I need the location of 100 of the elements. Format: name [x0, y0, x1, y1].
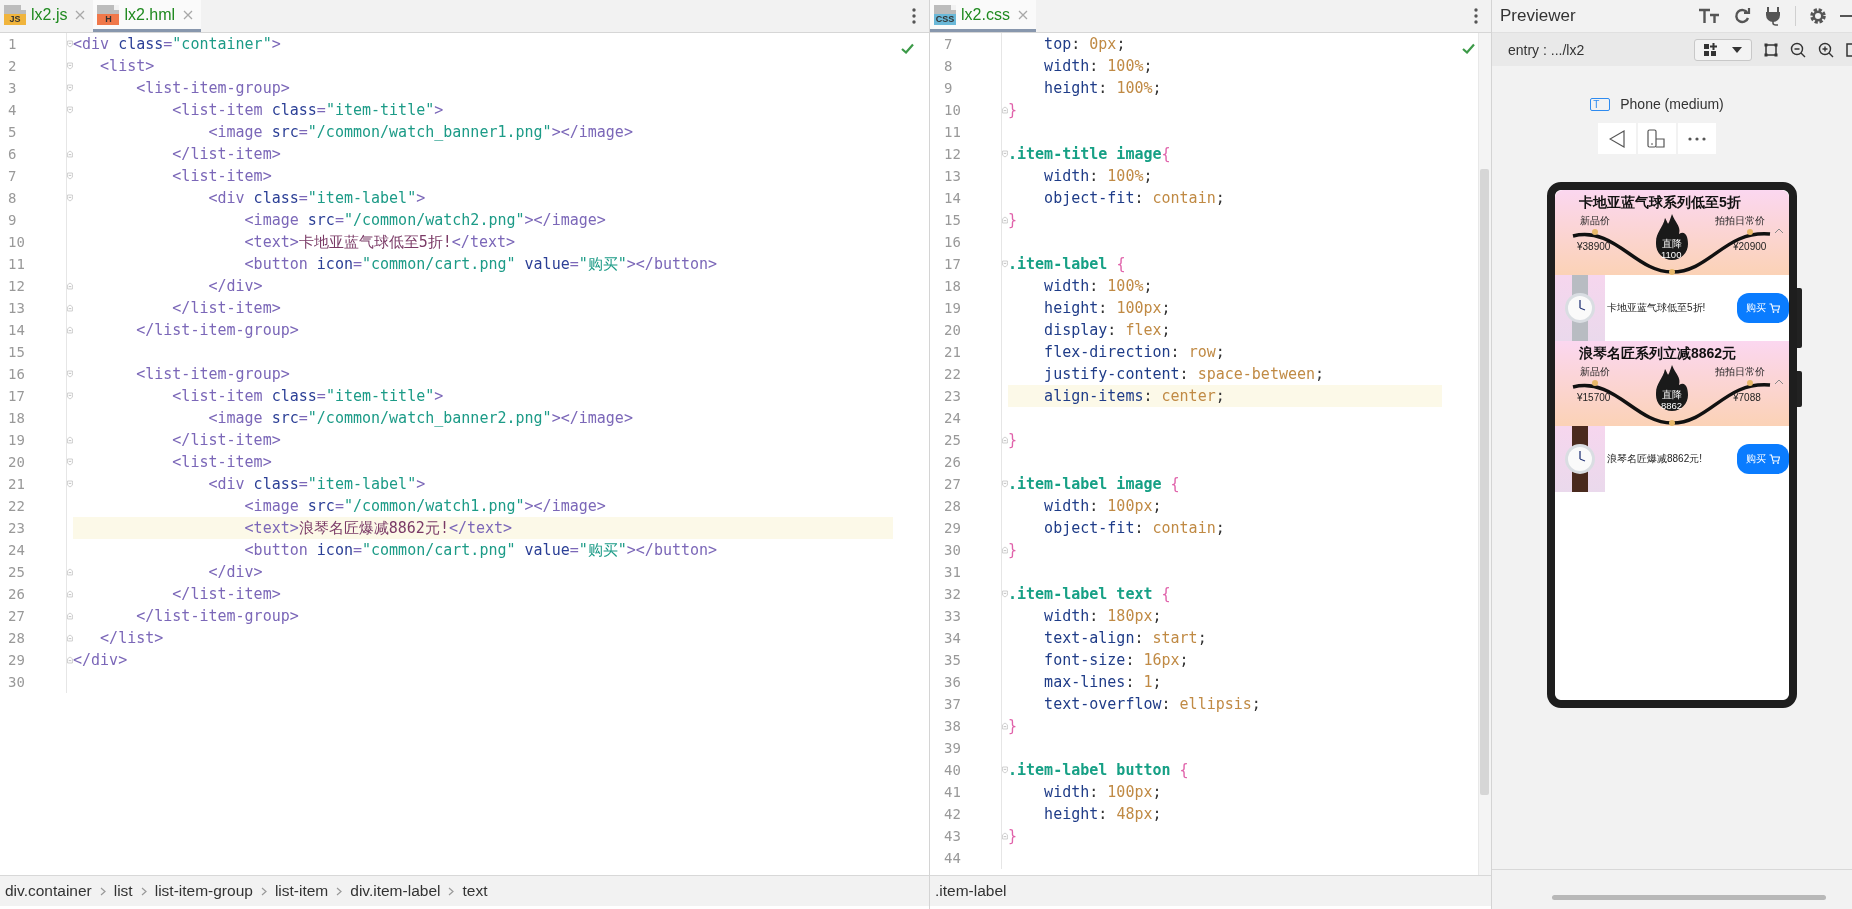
more-button[interactable]	[1678, 123, 1716, 154]
fold-icon[interactable]	[67, 324, 73, 336]
file-tab[interactable]: H lx2.hml	[93, 0, 202, 32]
breadcrumb-item[interactable]: div.item-label	[350, 882, 441, 900]
line-number: 37	[943, 696, 962, 712]
file-tab[interactable]: CSS lx2.css	[930, 0, 1036, 32]
code-line: </list-item>	[171, 298, 282, 319]
breadcrumb-item[interactable]: .item-label	[935, 882, 1007, 900]
line-number: 25	[7, 564, 26, 580]
fold-icon[interactable]	[67, 588, 73, 600]
fold-icon[interactable]	[67, 368, 73, 380]
code-line: </div>	[73, 650, 129, 671]
chevron-up-icon[interactable]	[1774, 379, 1784, 385]
settings-icon[interactable]	[1809, 7, 1827, 25]
fold-icon[interactable]	[67, 654, 73, 666]
close-icon[interactable]	[75, 9, 86, 20]
more-options-icon[interactable]	[1474, 8, 1478, 24]
check-icon[interactable]	[1462, 43, 1475, 54]
line-number: 12	[7, 278, 26, 294]
layout-dropdown[interactable]	[1694, 38, 1752, 61]
code-line: </list-item-group>	[135, 320, 300, 341]
code-line: <list-item class="item-title">	[171, 386, 445, 407]
fold-icon[interactable]	[67, 478, 73, 490]
code-line: width: 100px;	[1043, 496, 1163, 517]
code-line: <div class="item-label">	[207, 474, 427, 495]
fold-icon[interactable]	[67, 302, 73, 314]
fold-icon[interactable]	[1002, 258, 1008, 270]
breadcrumb-item[interactable]: list-item-group	[154, 882, 253, 900]
line-number: 21	[7, 476, 26, 492]
fold-icon[interactable]	[1002, 764, 1008, 776]
fold-icon[interactable]	[1002, 544, 1008, 556]
rotate-button[interactable]	[1638, 123, 1676, 154]
line-number: 13	[7, 300, 26, 316]
fold-icon[interactable]	[1002, 434, 1008, 446]
code-line: justify-content: space-between;	[1043, 364, 1326, 385]
cart-icon	[1769, 454, 1780, 464]
code-line: <list-item>	[171, 166, 273, 187]
zoom-in-icon[interactable]	[1818, 41, 1834, 58]
fold-icon[interactable]	[1002, 830, 1008, 842]
code-line: </div>	[207, 276, 264, 297]
fold-icon[interactable]	[67, 434, 73, 446]
fold-icon[interactable]	[67, 632, 73, 644]
fold-icon[interactable]	[67, 390, 73, 402]
fold-icon[interactable]	[67, 610, 73, 622]
line-number: 8	[943, 58, 954, 74]
buy-button[interactable]: 购买	[1737, 293, 1789, 323]
code-line: <list>	[99, 56, 156, 77]
chevron-up-icon[interactable]	[1774, 228, 1784, 234]
fold-icon[interactable]	[67, 192, 73, 204]
file-type-icon: H	[97, 4, 120, 25]
price-value: ¥15700	[1577, 392, 1611, 403]
refresh-icon[interactable]	[1733, 7, 1751, 25]
fold-icon[interactable]	[1002, 588, 1008, 600]
file-type-icon: JS	[4, 4, 26, 25]
fold-icon[interactable]	[1002, 214, 1008, 226]
fold-icon[interactable]	[67, 456, 73, 468]
fold-icon[interactable]	[67, 566, 73, 578]
scrollbar-thumb[interactable]	[1552, 895, 1826, 900]
line-number: 21	[943, 344, 962, 360]
fold-icon[interactable]	[67, 170, 73, 182]
fold-icon[interactable]	[1002, 720, 1008, 732]
scrollbar-thumb[interactable]	[1480, 169, 1489, 795]
line-number: 16	[943, 234, 962, 250]
code-line: width: 100px;	[1043, 782, 1163, 803]
breadcrumb-item[interactable]: list	[113, 882, 133, 900]
line-number: 41	[943, 784, 962, 800]
fold-icon[interactable]	[1002, 478, 1008, 490]
plug-icon[interactable]	[1764, 6, 1782, 26]
line-number: 11	[7, 256, 26, 272]
fold-icon[interactable]	[67, 280, 73, 292]
code-line: object-fit: contain;	[1043, 518, 1226, 539]
fit-screen-icon[interactable]	[1764, 42, 1778, 57]
zoom-out-icon[interactable]	[1790, 41, 1806, 58]
code-line: }	[1008, 540, 1019, 561]
code-line: <button icon="common/cart.png" value="购买"></button>	[243, 254, 719, 275]
breadcrumb-item[interactable]: div.container	[5, 882, 92, 900]
fold-icon[interactable]	[1002, 148, 1008, 160]
file-tab[interactable]: JS lx2.js	[0, 0, 94, 32]
fold-icon[interactable]	[67, 104, 73, 116]
chevron-right-icon	[140, 886, 147, 896]
code-line: </list-item>	[171, 144, 282, 165]
line-number: 29	[7, 652, 26, 668]
breadcrumb-item[interactable]: text	[462, 882, 488, 900]
more-options-icon[interactable]	[912, 8, 916, 24]
fold-icon[interactable]	[67, 148, 73, 160]
minimize-icon[interactable]	[1840, 14, 1852, 18]
fold-icon[interactable]	[1002, 104, 1008, 116]
check-icon[interactable]	[901, 43, 914, 54]
close-icon[interactable]	[1017, 9, 1028, 20]
fold-icon[interactable]	[67, 38, 73, 50]
fold-icon[interactable]	[67, 60, 73, 72]
fold-icon[interactable]	[67, 82, 73, 94]
back-button[interactable]	[1598, 123, 1636, 154]
buy-button[interactable]: 购买	[1737, 444, 1789, 474]
entry-path: entry : .../lx2	[1508, 41, 1585, 58]
breadcrumb-item[interactable]: list-item	[274, 882, 329, 900]
code-line: }	[1008, 430, 1019, 451]
font-size-icon[interactable]	[1698, 8, 1720, 24]
line-number: 17	[7, 388, 26, 404]
close-icon[interactable]	[183, 9, 194, 20]
